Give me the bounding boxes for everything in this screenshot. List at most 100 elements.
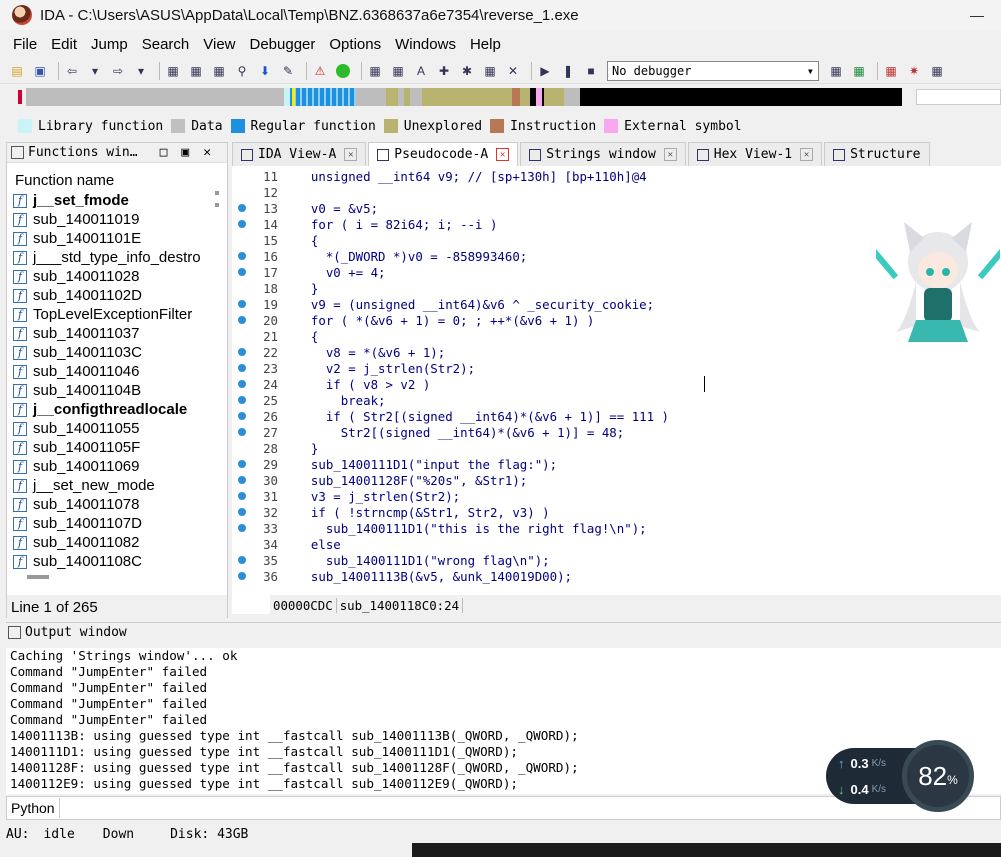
graph-icon[interactable]: ▦ bbox=[882, 62, 900, 80]
breakpoint-dot-icon[interactable] bbox=[238, 252, 246, 260]
tab-ida-view-a[interactable]: IDA View-A ✕ bbox=[232, 142, 367, 166]
tab-hex-view-1[interactable]: Hex View-1 ✕ bbox=[687, 142, 823, 166]
breakpoint-dot-icon[interactable] bbox=[238, 508, 246, 516]
function-list-item[interactable]: f sub_14001104B bbox=[7, 381, 207, 400]
function-list-item[interactable]: f sub_140011078 bbox=[7, 495, 207, 514]
breakpoint-dot-icon[interactable] bbox=[238, 572, 246, 580]
function-list-item[interactable]: f sub_14001105F bbox=[7, 438, 207, 457]
code-line[interactable]: 13 v0 = &v5; bbox=[232, 200, 378, 216]
warning-icon[interactable]: ⚠ bbox=[311, 62, 329, 80]
menu-help[interactable]: Help bbox=[463, 36, 508, 53]
menu-view[interactable]: View bbox=[196, 36, 242, 53]
function-list-item[interactable]: f j___std_type_info_destro bbox=[7, 248, 207, 267]
functions-scrollbar[interactable] bbox=[213, 191, 227, 591]
flow-icon[interactable]: ▦ bbox=[928, 62, 946, 80]
function-list-item[interactable]: f j__configthreadlocale bbox=[7, 400, 207, 419]
attach-icon[interactable]: ▦ bbox=[850, 62, 868, 80]
breakpoint-dot-icon[interactable] bbox=[238, 220, 246, 228]
breakpoint-dot-icon[interactable] bbox=[238, 268, 246, 276]
breakpoint-dot-icon[interactable] bbox=[238, 300, 246, 308]
menu-debugger[interactable]: Debugger bbox=[243, 36, 323, 53]
breakpoint-dot-icon[interactable] bbox=[238, 428, 246, 436]
menu-file[interactable]: File bbox=[6, 36, 44, 53]
breakpoint-dot-icon[interactable] bbox=[238, 204, 246, 212]
mark-icon[interactable]: ✎ bbox=[279, 62, 297, 80]
code-line[interactable]: 29 sub_1400111D1("input the flag:"); bbox=[232, 456, 557, 472]
menu-search[interactable]: Search bbox=[135, 36, 197, 53]
function-name-column-header[interactable]: Function name bbox=[7, 163, 227, 189]
binary-search-icon[interactable]: ▦ bbox=[164, 62, 182, 80]
function-list-item[interactable]: f sub_140011028 bbox=[7, 267, 207, 286]
breakpoint-dot-icon[interactable] bbox=[238, 364, 246, 372]
function-list-item[interactable]: f sub_140011055 bbox=[7, 419, 207, 438]
find-icon[interactable]: ⚲ bbox=[233, 62, 251, 80]
breakpoint-dot-icon[interactable] bbox=[238, 348, 246, 356]
code-line[interactable]: 16 *(_DWORD *)v0 = -858993460; bbox=[232, 248, 527, 264]
float-icon[interactable]: ▣ bbox=[181, 145, 189, 160]
make-array-icon[interactable]: ✚ bbox=[435, 62, 453, 80]
function-list-item[interactable]: f sub_140011046 bbox=[7, 362, 207, 381]
code-line[interactable]: 31 v3 = j_strlen(Str2); bbox=[232, 488, 460, 504]
code-line[interactable]: 20 for ( *(&v6 + 1) = 0; ; ++*(&v6 + 1) … bbox=[232, 312, 594, 328]
save-icon[interactable]: ▣ bbox=[31, 62, 49, 80]
breakpoint-dot-icon[interactable] bbox=[238, 316, 246, 324]
debugger-select[interactable]: No debugger ▾ bbox=[607, 60, 819, 81]
breakpoint-dot-icon[interactable] bbox=[238, 492, 246, 500]
code-line[interactable]: 25 break; bbox=[232, 392, 386, 408]
function-list-item[interactable]: f sub_14001101E bbox=[7, 229, 207, 248]
code-line[interactable]: 18 } bbox=[232, 280, 318, 296]
code-line[interactable]: 32 if ( !strncmp(&Str1, Str2, v3) ) bbox=[232, 504, 550, 520]
back-arrow-icon[interactable]: ⇦ bbox=[63, 62, 81, 80]
code-line[interactable]: 22 v8 = *(&v6 + 1); bbox=[232, 344, 445, 360]
tab-pseudocode-a[interactable]: Pseudocode-A ✕ bbox=[368, 142, 519, 166]
function-list-item[interactable]: f sub_140011019 bbox=[7, 210, 207, 229]
close-tab-icon[interactable]: ✕ bbox=[496, 148, 510, 161]
make-code-icon[interactable]: ▦ bbox=[366, 62, 384, 80]
code-line[interactable]: 12 bbox=[232, 184, 296, 200]
code-line[interactable]: 27 Str2[(signed __int64)*(&v6 + 1)] = 48… bbox=[232, 424, 624, 440]
menu-windows[interactable]: Windows bbox=[388, 36, 463, 53]
menu-edit[interactable]: Edit bbox=[44, 36, 84, 53]
tab-structures[interactable]: Structure bbox=[824, 142, 930, 166]
code-line[interactable]: 23 v2 = j_strlen(Str2); bbox=[232, 360, 475, 376]
make-data-icon[interactable]: ▦ bbox=[389, 62, 407, 80]
function-list-item[interactable]: f sub_14001107D bbox=[7, 514, 207, 533]
close-tab-icon[interactable]: ✕ bbox=[800, 148, 814, 161]
breakpoint-dot-icon[interactable] bbox=[238, 396, 246, 404]
immediate-search-icon[interactable]: ▦ bbox=[210, 62, 228, 80]
breakpoint-dot-icon[interactable] bbox=[238, 412, 246, 420]
breakpoint-dot-icon[interactable] bbox=[238, 380, 246, 388]
function-list-item[interactable]: f sub_140011037 bbox=[7, 324, 207, 343]
code-line[interactable]: 36 sub_14001113B(&v5, &unk_140019D00); bbox=[232, 568, 572, 584]
function-list-item[interactable]: f sub_140011069 bbox=[7, 457, 207, 476]
code-line[interactable]: 24 if ( v8 > v2 ) bbox=[232, 376, 430, 392]
function-list-item[interactable]: f j__set_new_mode bbox=[7, 476, 207, 495]
breakpoint-dot-icon[interactable] bbox=[238, 460, 246, 468]
function-list-item[interactable]: f sub_14001103C bbox=[7, 343, 207, 362]
forward-arrow-icon[interactable]: ⇨ bbox=[109, 62, 127, 80]
back-dropdown-icon[interactable]: ▾ bbox=[86, 62, 104, 80]
close-tab-icon[interactable]: ✕ bbox=[663, 148, 677, 161]
function-list-item[interactable]: f sub_14001108C bbox=[7, 552, 207, 571]
function-list-item[interactable]: f sub_140011082 bbox=[7, 533, 207, 552]
undock-icon[interactable]: □ bbox=[160, 145, 168, 160]
undefine-icon[interactable]: ✱ bbox=[458, 62, 476, 80]
code-line[interactable]: 28 } bbox=[232, 440, 318, 456]
pause-icon[interactable]: ❚ bbox=[559, 62, 577, 80]
open-folder-icon[interactable]: ▤ bbox=[8, 62, 26, 80]
navband-track[interactable] bbox=[26, 88, 902, 106]
code-line[interactable]: 26 if ( Str2[(signed __int64)*(&v6 + 1)]… bbox=[232, 408, 669, 424]
jump-down-icon[interactable]: ⬇ bbox=[256, 62, 274, 80]
tab-strings-window[interactable]: Strings window ✕ bbox=[520, 142, 686, 166]
navigation-band[interactable] bbox=[0, 86, 1001, 108]
debug-options-icon[interactable]: ▦ bbox=[827, 62, 845, 80]
function-list-item[interactable]: f sub_14001102D bbox=[7, 286, 207, 305]
functions-hscrollbar[interactable] bbox=[27, 575, 49, 579]
code-line[interactable]: 35 sub_1400111D1("wrong flag\n"); bbox=[232, 552, 550, 568]
name-icon[interactable]: ▦ bbox=[481, 62, 499, 80]
code-line[interactable]: 19 v9 = (unsigned __int64)&v6 ^ _securit… bbox=[232, 296, 654, 312]
function-list-item[interactable]: f TopLevelExceptionFilter bbox=[7, 305, 207, 324]
minimize-button[interactable]: — bbox=[954, 0, 1000, 30]
function-list-item[interactable]: f j__set_fmode bbox=[7, 191, 207, 210]
close-tab-icon[interactable]: ✕ bbox=[344, 148, 358, 161]
